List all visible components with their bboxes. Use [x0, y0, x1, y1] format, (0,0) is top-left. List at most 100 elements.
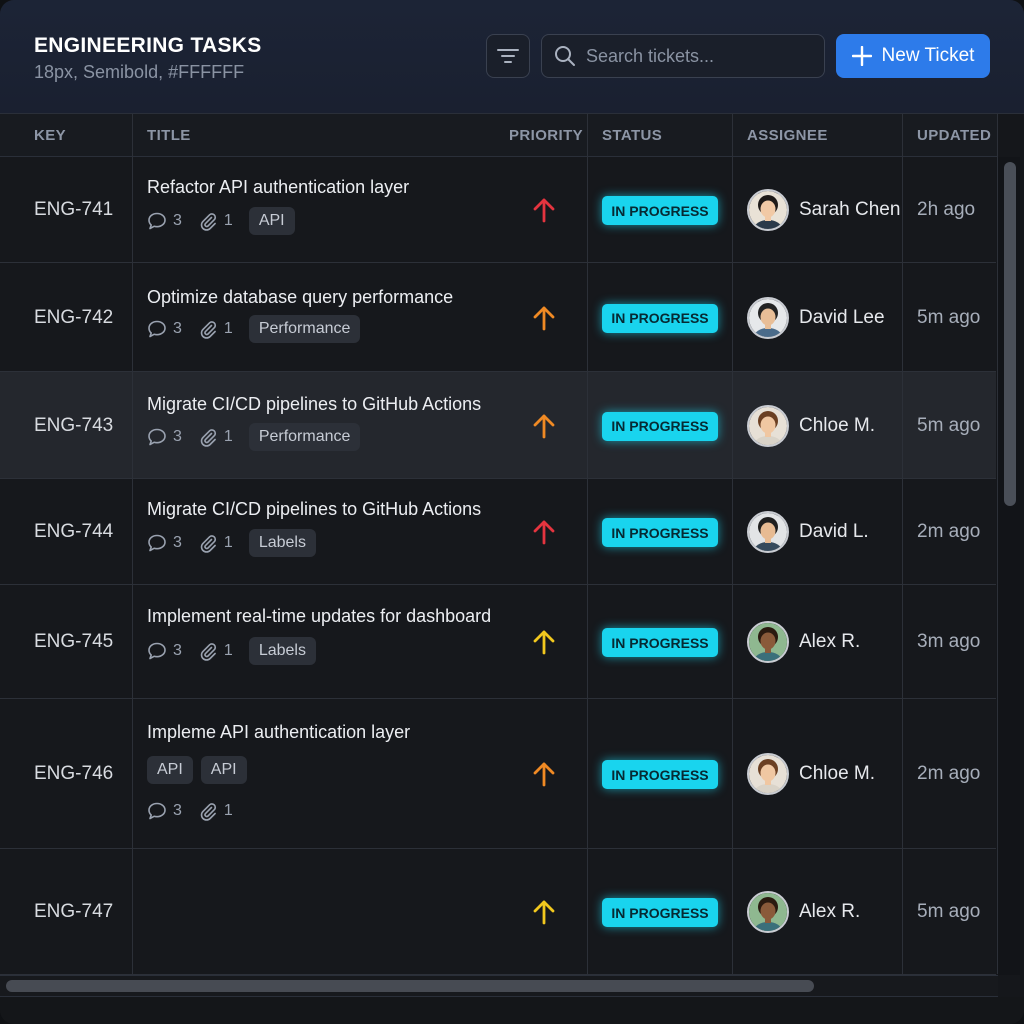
comment-count[interactable]: 3 — [147, 319, 182, 339]
assignee-name[interactable]: David L. — [799, 521, 869, 543]
table-row[interactable]: ENG-742 Optimize database query performan… — [0, 263, 996, 372]
horizontal-scrollbar-thumb[interactable] — [6, 980, 814, 992]
assignee-name[interactable]: Chloe M. — [799, 763, 875, 785]
filter-button[interactable] — [486, 34, 530, 78]
table-row[interactable]: ENG-743 Migrate CI/CD pipelines to GitHub… — [0, 372, 996, 479]
assignee-name[interactable]: David Lee — [799, 307, 885, 329]
avatar[interactable] — [747, 189, 789, 231]
ticket-key[interactable]: ENG-747 — [34, 901, 113, 923]
column-divider — [132, 114, 133, 974]
priority-arrow-icon — [533, 630, 555, 655]
search-box[interactable] — [541, 34, 825, 78]
ticket-key[interactable]: ENG-742 — [34, 307, 113, 329]
comment-count[interactable]: 3 — [147, 641, 182, 661]
ticket-meta: 3 1 API — [147, 207, 295, 235]
attachment-count-value: 1 — [223, 212, 233, 229]
tag-list: API API — [147, 756, 247, 784]
ticket-title[interactable]: Optimize database query performance — [147, 287, 453, 308]
ticket-key[interactable]: ENG-743 — [34, 415, 113, 437]
comment-count[interactable]: 3 — [147, 801, 182, 821]
table-row[interactable]: ENG-747 IN PROGRESS Alex R. 5m ago — [0, 849, 996, 975]
status-badge[interactable]: IN PROGRESS — [602, 196, 718, 225]
avatar[interactable] — [747, 753, 789, 795]
attachment-count[interactable]: 1 — [198, 319, 233, 339]
attachment-count[interactable]: 1 — [198, 641, 233, 661]
tag-label[interactable]: API — [147, 756, 193, 784]
assignee-name[interactable]: Chloe M. — [799, 415, 875, 437]
assignee-name[interactable]: Alex R. — [799, 901, 860, 923]
column-header-priority[interactable]: PRIORITY — [509, 114, 583, 157]
ticket-key[interactable]: ENG-741 — [34, 199, 113, 221]
status-badge[interactable]: IN PROGRESS — [602, 518, 718, 547]
ticket-title[interactable]: Refactor API authentication layer — [147, 177, 409, 198]
vertical-scrollbar-thumb[interactable] — [1004, 162, 1016, 506]
status-badge[interactable]: IN PROGRESS — [602, 303, 718, 333]
footer-area — [0, 997, 1024, 1024]
comment-count-value: 3 — [173, 802, 182, 819]
avatar[interactable] — [747, 621, 789, 663]
comment-icon — [148, 320, 166, 338]
tag-label[interactable]: Labels — [248, 637, 316, 665]
ticket-title[interactable]: Impleme API authentication layer — [147, 722, 410, 743]
ticket-meta: 3 1 Performance — [147, 315, 361, 343]
table-row[interactable]: ENG-741 Refactor API authentication layer… — [0, 157, 996, 263]
search-icon — [555, 46, 575, 66]
priority-arrow-icon — [533, 520, 555, 545]
comment-count[interactable]: 3 — [147, 427, 182, 447]
column-header-assignee[interactable]: ASSIGNEE — [747, 114, 828, 157]
column-header-title[interactable]: TITLE — [147, 114, 191, 157]
table-row[interactable]: ENG-744 Migrate CI/CD pipelines to GitHub… — [0, 479, 996, 585]
priority-arrow-icon — [533, 306, 555, 330]
status-badge[interactable]: IN PROGRESS — [602, 760, 718, 789]
attachment-count-value: 1 — [223, 642, 233, 659]
attachment-count[interactable]: 1 — [198, 801, 233, 821]
table-row[interactable]: ENG-746 Impleme API authentication layer A… — [0, 699, 996, 849]
attachment-count-value: 1 — [223, 428, 233, 445]
tag-label[interactable]: API — [200, 756, 247, 784]
ticket-key[interactable]: ENG-746 — [34, 763, 113, 785]
tag-label[interactable]: API — [248, 207, 295, 235]
updated-time: 5m ago — [917, 306, 981, 328]
ticket-title[interactable]: Migrate CI/CD pipelines to GitHub Action… — [147, 394, 481, 415]
comment-icon — [148, 428, 166, 446]
new-ticket-button[interactable]: New Ticket — [836, 34, 990, 78]
filter-icon — [497, 49, 519, 63]
ticket-title[interactable]: Implement real-time updates for dashboar… — [147, 606, 491, 627]
attachment-count[interactable]: 1 — [198, 533, 233, 553]
ticket-key[interactable]: ENG-744 — [34, 521, 113, 543]
status-badge[interactable]: IN PROGRESS — [602, 628, 718, 657]
priority-arrow-icon — [533, 414, 555, 438]
search-input[interactable] — [586, 45, 806, 67]
comment-count[interactable]: 3 — [147, 533, 182, 553]
assignee-name[interactable]: Alex R. — [799, 631, 860, 653]
paperclip-icon — [200, 643, 216, 661]
ticket-key[interactable]: ENG-745 — [34, 631, 113, 653]
ticket-meta: 31 — [147, 801, 241, 821]
tag-label[interactable]: Performance — [248, 315, 361, 343]
status-badge[interactable]: IN PROGRESS — [602, 898, 718, 927]
column-header-status[interactable]: STATUS — [602, 114, 662, 157]
assignee-name[interactable]: Sarah Chen — [799, 199, 900, 221]
avatar[interactable] — [747, 404, 789, 447]
ticket-meta: 3 1 Labels — [147, 529, 316, 557]
avatar-image — [749, 893, 787, 931]
avatar-image — [749, 406, 787, 445]
attachment-count[interactable]: 1 — [198, 211, 233, 231]
tag-label[interactable]: Labels — [248, 529, 316, 557]
priority-indicator — [532, 899, 556, 925]
priority-indicator — [532, 305, 556, 331]
column-header-key[interactable]: KEY — [34, 114, 66, 157]
updated-time: 3m ago — [917, 631, 981, 652]
attachment-count[interactable]: 1 — [198, 427, 233, 447]
status-badge[interactable]: IN PROGRESS — [602, 411, 718, 441]
tag-label[interactable]: Performance — [248, 423, 361, 451]
table-row[interactable]: ENG-745 Implement real-time updates for d… — [0, 585, 996, 699]
ticket-meta: 3 1 Performance — [147, 423, 361, 451]
column-header-updated[interactable]: UPDATED — [917, 114, 991, 157]
ticket-title[interactable]: Migrate CI/CD pipelines to GitHub Action… — [147, 499, 481, 520]
avatar[interactable] — [747, 511, 789, 553]
comment-count[interactable]: 3 — [147, 211, 182, 231]
paperclip-icon — [200, 535, 216, 553]
avatar[interactable] — [747, 296, 789, 339]
avatar[interactable] — [747, 891, 789, 933]
